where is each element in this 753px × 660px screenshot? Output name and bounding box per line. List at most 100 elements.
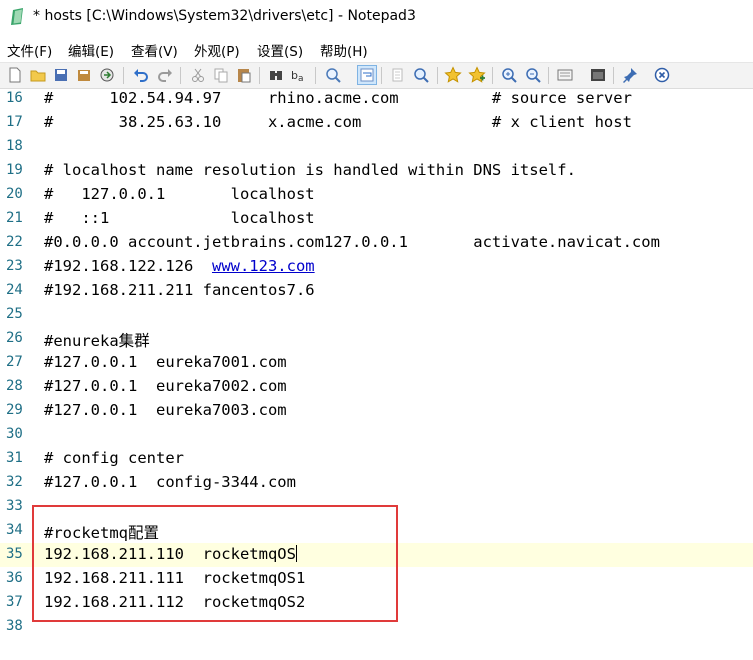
editor-line[interactable]: 17 # 38.25.63.10 x.acme.com # x client h… xyxy=(0,111,753,135)
toolbar: ba xyxy=(0,62,753,89)
close-icon[interactable] xyxy=(653,66,671,84)
save-icon[interactable] xyxy=(52,66,70,84)
zoom-out-icon[interactable] xyxy=(524,66,542,84)
search-icon[interactable] xyxy=(412,66,430,84)
notepad3-app-icon[interactable] xyxy=(10,8,26,26)
bookmark-add-icon[interactable] xyxy=(468,66,486,84)
zoom-in-icon[interactable] xyxy=(500,66,518,84)
editor-area[interactable]: 16 # 102.54.94.97 rhino.acme.com # sourc… xyxy=(0,87,753,660)
line-number: 20 xyxy=(6,186,23,202)
editor-line-current[interactable]: 35 192.168.211.110 rocketmqOS xyxy=(0,543,753,567)
line-text[interactable]: #enureka集群 xyxy=(44,329,150,351)
replace-icon[interactable]: ba xyxy=(290,66,308,84)
line-number: 28 xyxy=(6,378,23,394)
select-icon[interactable] xyxy=(389,66,407,84)
line-text[interactable]: # 38.25.63.10 x.acme.com # x client host xyxy=(44,113,632,131)
text-caret xyxy=(295,545,297,562)
line-text[interactable]: # config center xyxy=(44,449,184,467)
line-number: 18 xyxy=(6,138,23,154)
copy-icon[interactable] xyxy=(212,66,230,84)
settings-icon[interactable] xyxy=(556,66,574,84)
editor-line[interactable]: 18 xyxy=(0,135,753,159)
bookmark-star-icon[interactable] xyxy=(444,66,462,84)
editor-line[interactable]: 31 # config center xyxy=(0,447,753,471)
view-icon[interactable] xyxy=(589,66,607,84)
editor-line[interactable]: 36 192.168.211.111 rocketmqOS1 xyxy=(0,567,753,591)
line-number: 29 xyxy=(6,402,23,418)
editor-line[interactable]: 20 # 127.0.0.1 localhost xyxy=(0,183,753,207)
line-number: 31 xyxy=(6,450,23,466)
editor-line[interactable]: 21 # ::1 localhost xyxy=(0,207,753,231)
line-text-content: 192.168.211.110 rocketmqOS xyxy=(44,545,296,563)
editor-line[interactable]: 28 #127.0.0.1 eureka7002.com xyxy=(0,375,753,399)
menu-edit[interactable]: 编辑(E) xyxy=(68,40,114,60)
line-text[interactable]: # ::1 localhost xyxy=(44,209,315,227)
editor-line[interactable]: 38 xyxy=(0,615,753,639)
line-number: 35 xyxy=(6,546,23,562)
editor-line[interactable]: 23 #192.168.122.126 www.123.com xyxy=(0,255,753,279)
editor-line[interactable]: 37 192.168.211.112 rocketmqOS2 xyxy=(0,591,753,615)
line-text[interactable]: 192.168.211.111 rocketmqOS1 xyxy=(44,569,305,587)
menu-file[interactable]: 文件(F) xyxy=(7,40,52,60)
editor-line[interactable]: 27 #127.0.0.1 eureka7001.com xyxy=(0,351,753,375)
redo-icon[interactable] xyxy=(156,66,174,84)
line-number: 30 xyxy=(6,426,23,442)
editor-line[interactable]: 16 # 102.54.94.97 rhino.acme.com # sourc… xyxy=(0,87,753,111)
line-text[interactable]: #127.0.0.1 eureka7003.com xyxy=(44,401,287,419)
svg-text:a: a xyxy=(298,74,304,84)
line-number: 23 xyxy=(6,258,23,274)
open-folder-icon[interactable] xyxy=(29,66,47,84)
editor-line[interactable]: 19 # localhost name resolution is handle… xyxy=(0,159,753,183)
line-number: 38 xyxy=(6,618,23,634)
editor-line[interactable]: 29 #127.0.0.1 eureka7003.com xyxy=(0,399,753,423)
browse-icon[interactable] xyxy=(98,66,116,84)
window-title: * hosts [C:\Windows\System32\drivers\etc… xyxy=(33,8,416,24)
line-number: 19 xyxy=(6,162,23,178)
line-number: 17 xyxy=(6,114,23,130)
line-number: 22 xyxy=(6,234,23,250)
word-wrap-icon[interactable] xyxy=(357,65,377,85)
undo-icon[interactable] xyxy=(132,66,150,84)
line-number: 25 xyxy=(6,306,23,322)
editor-line[interactable]: 22 #0.0.0.0 account.jetbrains.com127.0.0… xyxy=(0,231,753,255)
line-text[interactable]: #127.0.0.1 eureka7002.com xyxy=(44,377,287,395)
editor-line[interactable]: 34 #rocketmq配置 xyxy=(0,519,753,543)
line-text[interactable]: 192.168.211.110 rocketmqOS xyxy=(44,545,297,563)
line-number: 16 xyxy=(6,90,23,106)
find-icon[interactable] xyxy=(267,66,285,84)
line-text[interactable]: #127.0.0.1 config-3344.com xyxy=(44,473,296,491)
line-text[interactable]: #rocketmq配置 xyxy=(44,521,159,543)
url-link[interactable]: www.123.com xyxy=(212,257,315,275)
menu-settings[interactable]: 设置(S) xyxy=(257,40,303,60)
editor-line[interactable]: 33 xyxy=(0,495,753,519)
line-text[interactable]: #192.168.211.211 fancentos7.6 xyxy=(44,281,315,299)
line-text[interactable]: # localhost name resolution is handled w… xyxy=(44,161,576,179)
save-as-icon[interactable] xyxy=(75,66,93,84)
editor-line[interactable]: 30 xyxy=(0,423,753,447)
zoom-find-icon[interactable] xyxy=(324,66,342,84)
line-text[interactable]: #0.0.0.0 account.jetbrains.com127.0.0.1 … xyxy=(44,233,660,251)
line-text[interactable]: 192.168.211.112 rocketmqOS2 xyxy=(44,593,305,611)
line-text[interactable]: # 102.54.94.97 rhino.acme.com # source s… xyxy=(44,89,632,107)
line-text[interactable]: #192.168.122.126 www.123.com xyxy=(44,257,315,275)
line-text[interactable]: # 127.0.0.1 localhost xyxy=(44,185,315,203)
paste-icon[interactable] xyxy=(235,66,253,84)
cut-icon[interactable] xyxy=(189,66,207,84)
line-number: 27 xyxy=(6,354,23,370)
new-file-icon[interactable] xyxy=(6,66,24,84)
line-number: 34 xyxy=(6,522,23,538)
pin-icon[interactable] xyxy=(621,66,639,84)
line-text[interactable]: #127.0.0.1 eureka7001.com xyxy=(44,353,287,371)
line-number: 21 xyxy=(6,210,23,226)
line-number: 36 xyxy=(6,570,23,586)
editor-line[interactable]: 24 #192.168.211.211 fancentos7.6 xyxy=(0,279,753,303)
menu-help[interactable]: 帮助(H) xyxy=(320,40,368,60)
editor-line[interactable]: 26 #enureka集群 xyxy=(0,327,753,351)
editor-line[interactable]: 32 #127.0.0.1 config-3344.com xyxy=(0,471,753,495)
menu-appearance[interactable]: 外观(P) xyxy=(194,40,240,60)
line-number: 37 xyxy=(6,594,23,610)
editor-line[interactable]: 25 xyxy=(0,303,753,327)
svg-text:b: b xyxy=(291,69,298,82)
line-number: 24 xyxy=(6,282,23,298)
menu-view[interactable]: 查看(V) xyxy=(131,40,178,60)
